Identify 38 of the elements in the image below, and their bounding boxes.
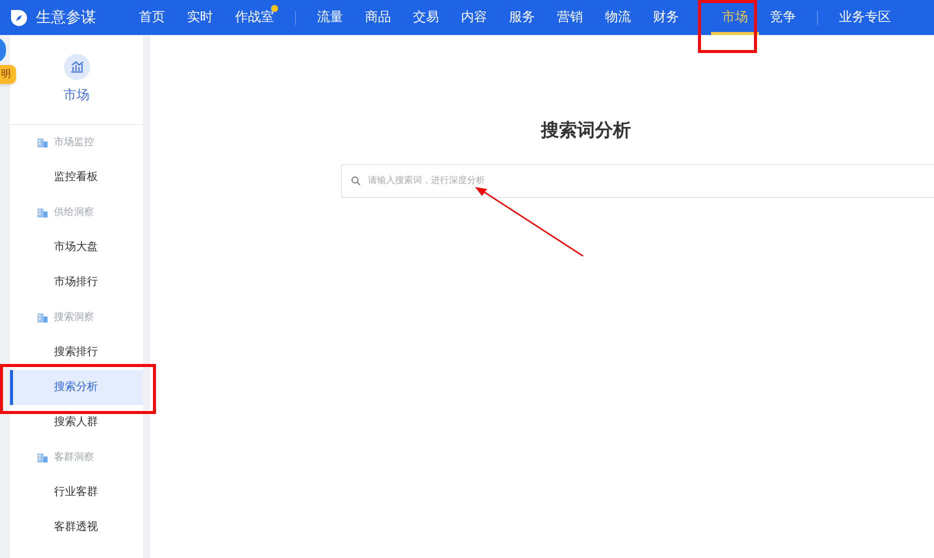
nav-tab[interactable]: 首页 [128,0,176,35]
search-field[interactable]: 请输入搜索词，进行深度分析 [341,164,934,198]
sidebar-item[interactable]: 监控看板 [10,160,143,195]
sidebar-title: 市场 [64,86,90,105]
building-icon [37,208,48,218]
nav-tab[interactable]: 竞争 [759,0,807,35]
compass-logo-icon [10,8,28,26]
section-heading: 客群洞察 [54,450,94,465]
page-title: 搜索词分析 [540,119,632,143]
nav-tab[interactable]: 交易 [402,0,450,35]
nav-tab[interactable]: 物流 [594,0,642,35]
nav-tab[interactable]: 流量 [306,0,354,35]
sidebar-item[interactable]: 搜索人群 [10,405,143,440]
nav-tab[interactable]: 财务 [642,0,690,35]
nav-tab[interactable]: 营销 [546,0,594,35]
nav-tab[interactable]: 作战室 [224,0,285,35]
nav-tab[interactable]: 商品 [354,0,402,35]
building-icon [37,452,48,462]
search-icon [351,176,361,186]
sidebar-item[interactable]: 市场排行 [10,265,143,300]
section-heading: 供给洞察 [54,206,94,220]
nav-tab[interactable]: 服务 [498,0,546,35]
section-heading: 搜索洞察 [54,310,94,325]
help-badge[interactable]: 明 [0,65,16,84]
building-icon [37,138,48,148]
nav-tab[interactable]: 内容 [450,0,498,35]
sidebar-item[interactable]: 行业客群 [10,475,143,510]
nav-tab[interactable]: 实时 [176,0,224,35]
brand-name: 生意参谋 [36,7,96,28]
annotation-frame [698,0,757,53]
sidebar-item[interactable]: 搜索排行 [10,335,143,370]
sidebar-item[interactable]: 客群透视 [10,510,143,545]
building-icon [37,312,48,322]
sidebar-item[interactable]: 搜索分析 [10,370,143,405]
section-heading: 市场监控 [54,136,94,150]
nav-tab[interactable]: 业务专区 [828,0,902,35]
sidebar-item[interactable]: 市场大盘 [10,230,143,265]
market-chart-icon [64,54,90,80]
